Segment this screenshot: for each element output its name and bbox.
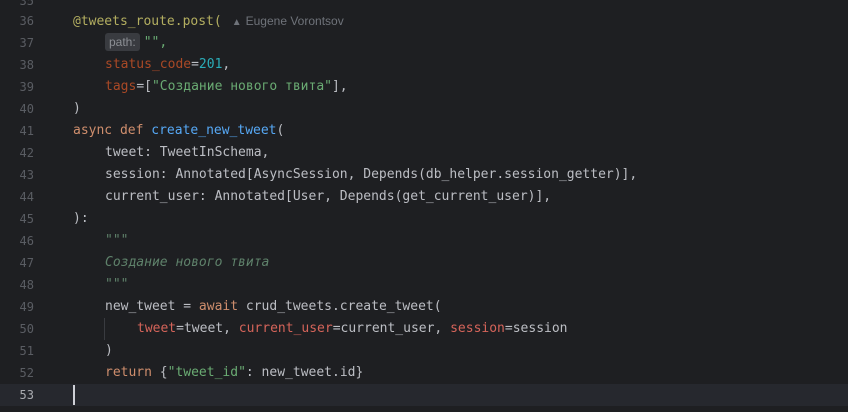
code-line[interactable]: 50 tweet=tweet, current_user=current_use… bbox=[0, 318, 848, 340]
code-line[interactable]: 51 ) bbox=[0, 340, 848, 362]
function-name: create_new_tweet bbox=[151, 123, 277, 138]
code-line[interactable]: 47 Создание нового твита bbox=[0, 252, 848, 274]
code-text: ) bbox=[73, 101, 81, 116]
code-line[interactable]: 48 """ bbox=[0, 274, 848, 296]
line-number: 47 bbox=[19, 256, 34, 270]
operator: = bbox=[191, 57, 199, 72]
author-name: Eugene Vorontsov bbox=[245, 14, 344, 28]
line-number: 52 bbox=[19, 366, 34, 380]
line-number: 45 bbox=[19, 212, 34, 226]
docstring: """ bbox=[105, 277, 129, 292]
keyword: def bbox=[119, 123, 144, 138]
line-number: 38 bbox=[19, 58, 34, 72]
user-icon: ▲ bbox=[231, 17, 242, 28]
line-number: 48 bbox=[19, 278, 34, 292]
param-name: tags bbox=[105, 79, 137, 94]
number-literal: 201 bbox=[198, 57, 223, 72]
parameter-hint: path: bbox=[105, 33, 140, 51]
code-line[interactable]: 38 status_code=201, bbox=[0, 54, 848, 76]
punct: ( bbox=[276, 123, 285, 138]
code-text: current_user: Annotated[User, Depends(ge… bbox=[105, 189, 552, 204]
line-number: 51 bbox=[19, 344, 34, 358]
author-annotation[interactable]: ▲ Eugene Vorontsov bbox=[232, 14, 344, 28]
decorator: @tweets_route.post( bbox=[73, 14, 222, 29]
code-line[interactable]: 37 path: "", bbox=[0, 32, 848, 54]
keyword: return bbox=[105, 365, 152, 380]
operator: =[ bbox=[136, 79, 152, 94]
line-number: 53 bbox=[19, 388, 34, 402]
code-editor[interactable]: 35 36 @tweets_route.post(▲ Eugene Voronts… bbox=[0, 0, 848, 412]
code-text: =tweet, bbox=[176, 321, 239, 336]
string-literal: "tweet_id" bbox=[167, 365, 246, 380]
code-line[interactable]: 42 tweet: TweetInSchema, bbox=[0, 142, 848, 164]
code-text: { bbox=[151, 365, 168, 380]
line-number: 50 bbox=[19, 322, 34, 336]
param-name: tweet bbox=[137, 321, 177, 336]
line-number: 37 bbox=[19, 36, 34, 50]
code-text: new_tweet = bbox=[105, 299, 199, 314]
line-number: 42 bbox=[19, 146, 34, 160]
code-text: ) bbox=[105, 343, 113, 358]
code-text: =current_user, bbox=[332, 321, 451, 336]
code-line[interactable]: 40 ) bbox=[0, 98, 848, 120]
code-line[interactable]: 39 tags=["Создание нового твита"], bbox=[0, 76, 848, 98]
code-line[interactable]: 46 """ bbox=[0, 230, 848, 252]
indent-guide bbox=[104, 318, 105, 340]
line-number: 43 bbox=[19, 168, 34, 182]
code-line[interactable]: 36 @tweets_route.post( ▲ Eugene Vorontsov bbox=[0, 10, 848, 32]
line-number: 41 bbox=[19, 124, 34, 138]
path-value: "", bbox=[143, 35, 168, 50]
docstring: Создание нового твита bbox=[105, 255, 270, 270]
code-text: crud_tweets.create_tweet( bbox=[238, 299, 442, 314]
line-number: 39 bbox=[19, 80, 34, 94]
code-line[interactable]: 52 return {"tweet_id": new_tweet.id} bbox=[0, 362, 848, 384]
code-text: session: Annotated[AsyncSession, Depends… bbox=[105, 167, 638, 182]
code-text: =session bbox=[504, 321, 568, 336]
punct: ], bbox=[331, 79, 348, 94]
code-text: ): bbox=[73, 211, 89, 226]
code-line[interactable]: 44 current_user: Annotated[User, Depends… bbox=[0, 186, 848, 208]
code-line[interactable]: 41 async def create_new_tweet( bbox=[0, 120, 848, 142]
text-caret bbox=[73, 385, 75, 405]
docstring: """ bbox=[105, 233, 129, 248]
string-literal: "Создание нового твита" bbox=[151, 79, 332, 94]
code-line[interactable]: 45 ): bbox=[0, 208, 848, 230]
keyword: await bbox=[198, 299, 239, 314]
code-text: : new_tweet.id} bbox=[245, 365, 364, 380]
code-text: tweet: TweetInSchema, bbox=[105, 145, 270, 160]
punct: , bbox=[222, 57, 231, 72]
line-number: 36 bbox=[19, 14, 34, 28]
code-line[interactable]: 43 session: Annotated[AsyncSession, Depe… bbox=[0, 164, 848, 186]
keyword: async bbox=[73, 123, 113, 138]
current-code-line[interactable]: 53 bbox=[0, 384, 848, 406]
line-number: 40 bbox=[19, 102, 34, 116]
line-number: 44 bbox=[19, 190, 34, 204]
param-name: status_code bbox=[105, 57, 192, 72]
param-name: current_user bbox=[238, 321, 333, 336]
param-name: session bbox=[450, 321, 505, 336]
code-line[interactable]: 49 new_tweet = await crud_tweets.create_… bbox=[0, 296, 848, 318]
line-number: 49 bbox=[19, 300, 34, 314]
line-number: 46 bbox=[19, 234, 34, 248]
